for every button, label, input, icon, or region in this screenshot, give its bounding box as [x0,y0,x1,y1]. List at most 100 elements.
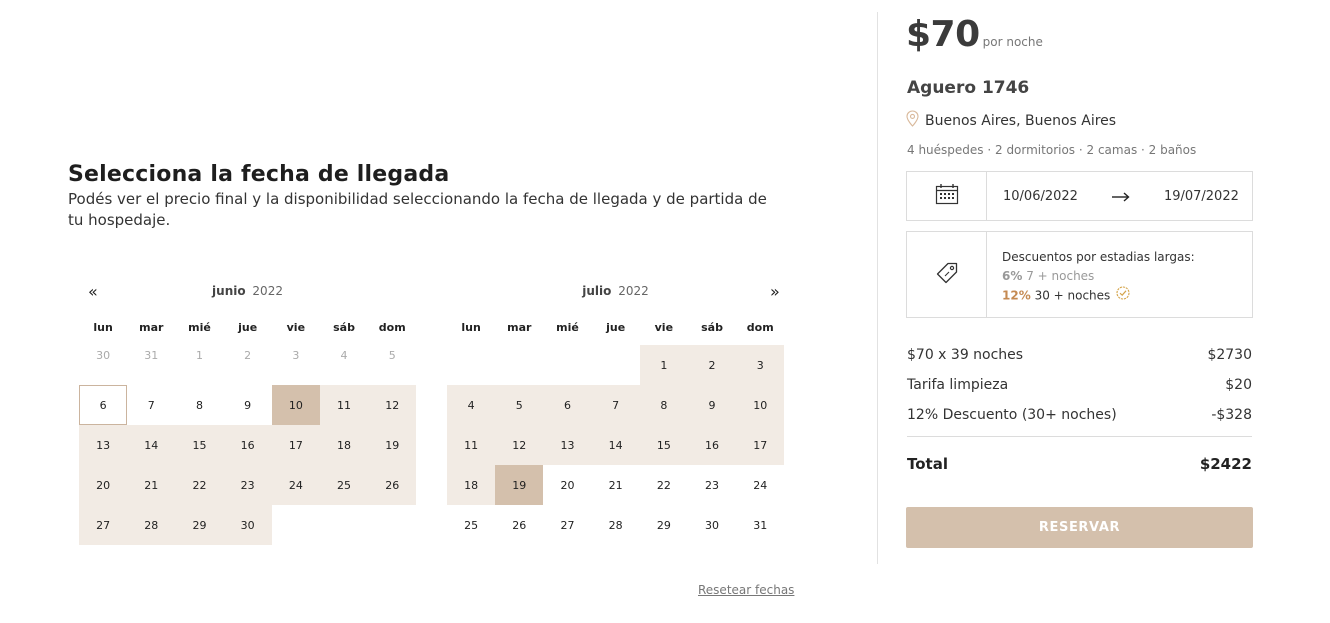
weekday-label: mar [507,321,532,334]
month-name: junio [212,284,246,298]
checkin-date[interactable]: 10/06/2022 [1003,189,1078,204]
weekday-label: vie [286,321,306,334]
checkout-date[interactable]: 19/07/2022 [1164,189,1239,204]
day-cell-outside: 5 [388,348,396,362]
day-cell[interactable]: 28 [127,505,176,545]
day-cell[interactable]: 20 [543,465,591,505]
line-item-discount: 12% Descuento (30+ noches) -$328 [907,400,1252,430]
arrow-right-icon [1111,187,1130,206]
day-cell[interactable]: 19 [368,425,417,465]
day-cell[interactable]: 4 [447,385,496,425]
day-cell[interactable]: 27 [79,505,128,545]
day-cell[interactable]: 27 [543,505,591,545]
day-cell[interactable]: 12 [368,385,417,425]
day-cell[interactable]: 28 [592,505,640,545]
day-cell[interactable]: 17 [271,425,320,465]
day-cell[interactable]: 19 [495,465,544,505]
day-cell[interactable]: 9 [224,385,272,425]
day-cell[interactable]: 1 [639,345,688,385]
day-cell-outside: 2 [244,348,252,362]
day-cell[interactable]: 12 [495,425,544,465]
day-cell[interactable]: 23 [688,465,736,505]
day-cell[interactable]: 7 [127,385,175,425]
discount-1-label: 7 + noches [1026,269,1095,283]
map-pin-icon [906,110,919,131]
day-cell[interactable]: 22 [175,465,224,505]
day-cell[interactable]: 18 [319,425,369,465]
discounts-box: Descuentos por estadias largas: 6% 7 + n… [906,231,1253,318]
tag-icon-cell [907,232,987,317]
day-cell[interactable]: 15 [175,425,224,465]
reserve-button[interactable]: RESERVAR [906,507,1253,548]
weekday-label: jue [238,321,258,334]
month-year: 2022 [618,284,649,298]
property-location: Buenos Aires, Buenos Aires [906,110,1116,131]
day-cell[interactable]: 17 [736,425,785,465]
day-cell[interactable]: 23 [223,465,272,505]
day-cell[interactable]: 20 [79,465,128,505]
day-cell[interactable]: 8 [639,385,688,425]
total-label: Total [907,455,948,473]
tag-icon [935,261,959,289]
day-cell[interactable]: 3 [736,345,785,385]
day-cell[interactable]: 31 [736,505,784,545]
day-cell[interactable]: 16 [687,425,737,465]
day-cell[interactable]: 7 [591,385,640,425]
day-cell-outside: 4 [340,348,348,362]
day-cell[interactable]: 18 [447,465,496,505]
month-name: julio [582,284,612,298]
dates-values: 10/06/2022 19/07/2022 [987,172,1252,220]
day-cell[interactable]: 29 [640,505,688,545]
day-cell[interactable]: 24 [271,465,320,505]
day-cell[interactable]: 13 [79,425,128,465]
dates-selector[interactable]: 10/06/2022 19/07/2022 [906,171,1253,221]
day-cell[interactable]: 14 [127,425,176,465]
day-cell[interactable]: 26 [368,465,417,505]
property-details: 4 huéspedes · 2 dormitorios · 2 camas · … [907,143,1197,157]
day-cell-outside: 3 [292,348,300,362]
line-item-cleaning: Tarifa limpieza $20 [907,370,1252,400]
day-cell[interactable]: 5 [495,385,544,425]
day-cell[interactable]: 25 [447,505,495,545]
day-cell[interactable]: 11 [319,385,369,425]
day-cell-empty [543,345,591,385]
day-cell[interactable]: 6 [543,385,592,425]
day-cell[interactable]: 14 [591,425,640,465]
day-cell[interactable]: 30 [223,505,272,545]
day-cell[interactable]: 11 [447,425,496,465]
day-cell[interactable]: 25 [319,465,369,505]
reset-dates-link[interactable]: Resetear fechas [698,583,794,597]
day-cell[interactable]: 24 [736,465,784,505]
discount-2-percent: 12% [1002,288,1031,303]
month-title: julio 2022 [447,284,784,306]
day-cell[interactable]: 10 [736,385,785,425]
day-cell[interactable]: 8 [175,385,223,425]
day-cell[interactable]: 16 [223,425,272,465]
line-item-value: $20 [1225,377,1252,393]
day-cell[interactable]: 6 [79,385,128,425]
discount-title: Descuentos por estadias largas: [1002,250,1195,264]
calendar-title: Selecciona la fecha de llegada [68,162,450,187]
day-cell-empty [592,345,640,385]
day-cell[interactable]: 10 [271,385,320,425]
day-cell[interactable]: 21 [592,465,640,505]
price-line: $70 por noche [906,14,1043,55]
month-june: junio 2022 lun mar mié jue vie sáb dom 3… [79,284,417,545]
day-cell[interactable]: 29 [175,505,224,545]
day-cell[interactable]: 30 [688,505,736,545]
weekday-label: sáb [701,321,723,334]
day-cell[interactable]: 15 [639,425,688,465]
day-cell[interactable]: 21 [127,465,176,505]
month-title: junio 2022 [79,284,416,306]
day-cell[interactable]: 22 [640,465,688,505]
day-cell[interactable]: 9 [687,385,737,425]
discount-1-percent: 6% [1002,269,1023,283]
line-item-value: -$328 [1211,407,1252,423]
day-cell[interactable]: 13 [543,425,592,465]
discount-2-label: 30 + noches [1034,288,1111,303]
day-cell-empty [447,345,495,385]
breakdown-divider [907,436,1252,437]
price-unit: por noche [982,35,1043,49]
day-cell[interactable]: 26 [495,505,543,545]
day-cell[interactable]: 2 [687,345,737,385]
